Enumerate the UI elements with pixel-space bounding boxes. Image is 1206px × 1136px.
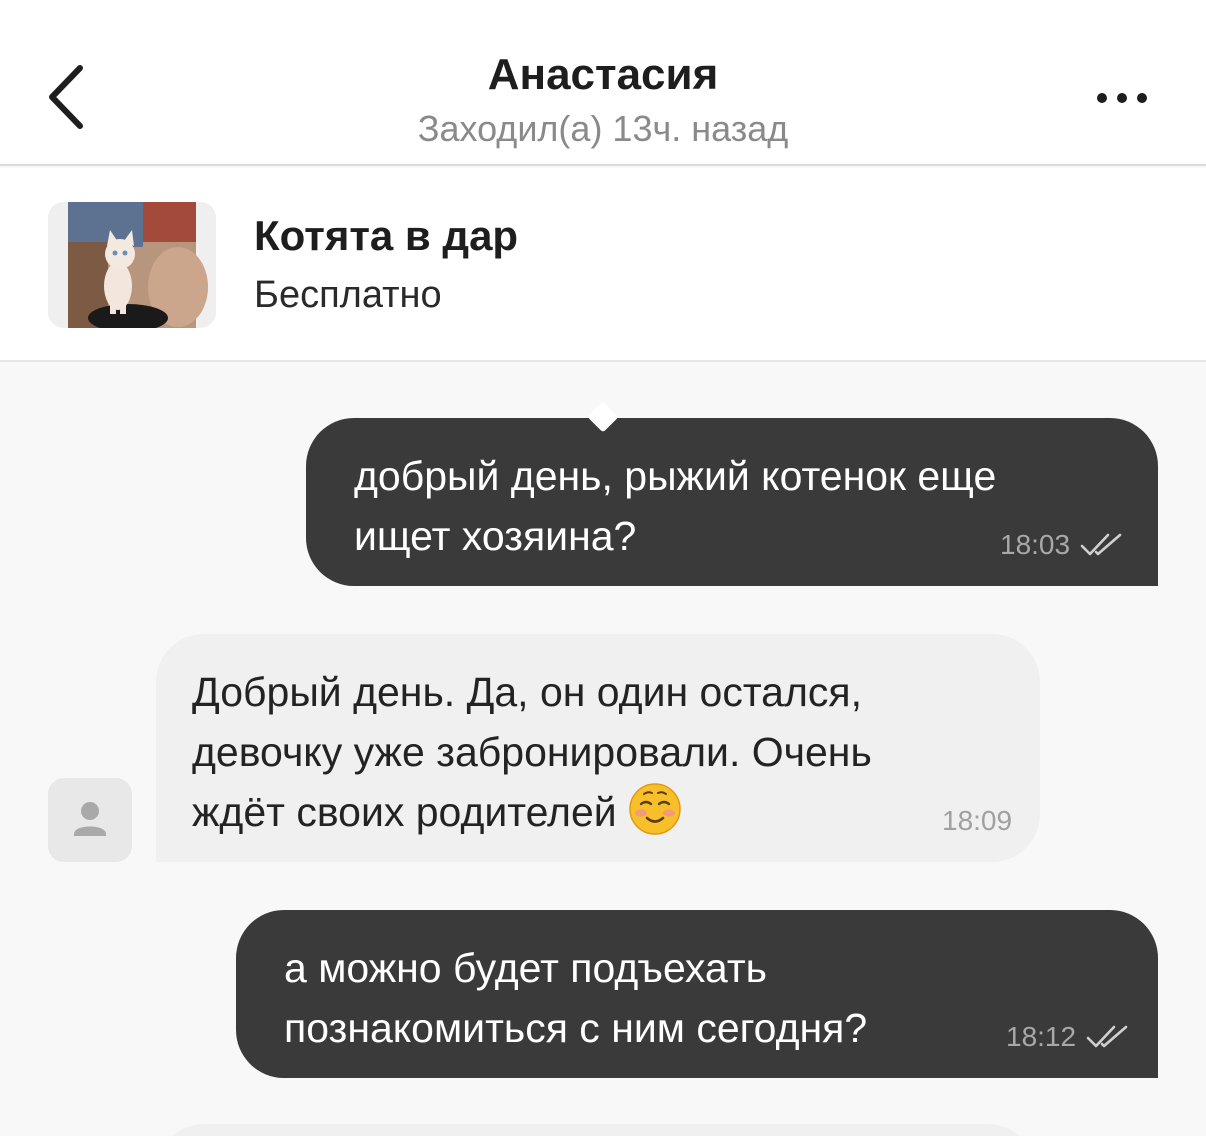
person-icon bbox=[74, 802, 106, 836]
message-bubble-incoming[interactable]: Добрый день. Да, он один остался, девочк… bbox=[156, 634, 1040, 862]
listing-title[interactable]: Котята в дар bbox=[254, 212, 518, 260]
listing-price: Бесплатно bbox=[254, 274, 442, 316]
double-check-icon bbox=[1086, 1025, 1128, 1048]
message-meta: 18:12 bbox=[1006, 1022, 1132, 1052]
message-bubble-incoming-partial[interactable] bbox=[156, 1124, 1036, 1136]
message-text: а можно будет подъехать познакомиться с … bbox=[284, 945, 868, 1051]
message-line-text: ждёт своих родителей bbox=[192, 789, 617, 835]
message-bubble-outgoing[interactable]: добрый день, рыжий котенок еще ищет хозя… bbox=[306, 418, 1158, 586]
message-meta: 18:03 bbox=[1000, 530, 1126, 560]
message-line: девочку уже забронировали. Очень bbox=[192, 729, 872, 775]
message-time: 18:12 bbox=[1006, 1021, 1077, 1052]
contact-avatar[interactable] bbox=[48, 778, 132, 862]
more-dots-icon bbox=[1097, 93, 1147, 103]
chat-header: Анастасия Заходил(а) 13ч. назад bbox=[0, 0, 1206, 166]
message-time: 18:09 bbox=[942, 805, 1013, 836]
message-bubble-outgoing[interactable]: а можно будет подъехать познакомиться с … bbox=[236, 910, 1158, 1078]
message-time: 18:03 bbox=[1000, 529, 1071, 560]
listing-card[interactable]: Котята в дар Бесплатно bbox=[0, 168, 1206, 362]
smiling-face-emoji bbox=[629, 783, 681, 835]
message-text: добрый день, рыжий котенок еще ищет хозя… bbox=[354, 453, 997, 559]
message-line: Добрый день. Да, он один остался, bbox=[192, 669, 862, 715]
contact-name[interactable]: Анастасия bbox=[0, 50, 1206, 100]
last-seen-status: Заходил(а) 13ч. назад bbox=[417, 108, 789, 149]
kitten-photo bbox=[48, 202, 216, 328]
chat-screen: Анастасия Заходил(а) 13ч. назад Котята в… bbox=[0, 0, 1206, 1136]
message-text: Добрый день. Да, он один остался, девочк… bbox=[192, 662, 872, 842]
more-options-button[interactable] bbox=[1092, 84, 1152, 112]
double-check-icon bbox=[1080, 533, 1122, 556]
message-line: ждёт своих родителей bbox=[192, 782, 872, 842]
message-meta: 18:09 bbox=[942, 806, 1012, 836]
listing-thumbnail[interactable] bbox=[48, 202, 216, 328]
